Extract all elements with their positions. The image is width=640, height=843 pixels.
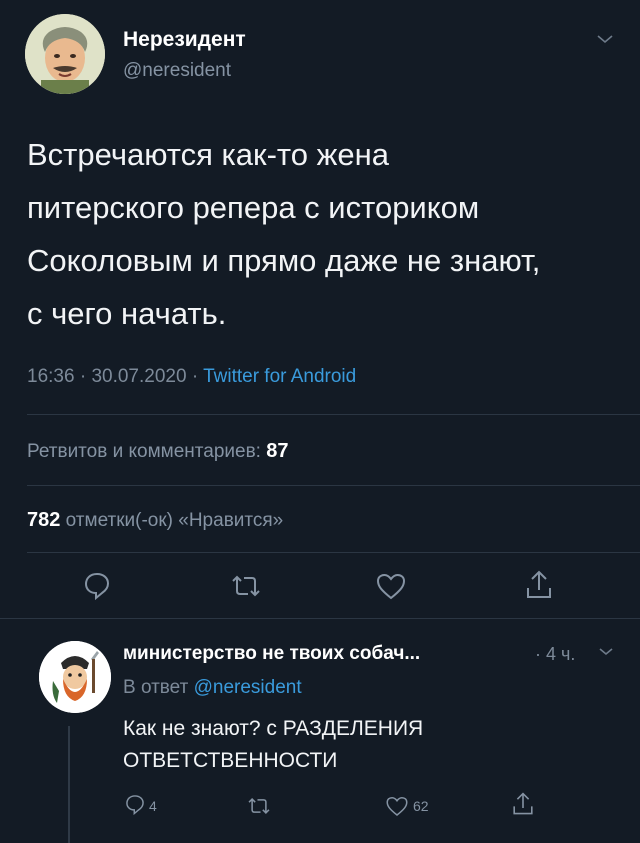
- likes-label: отметки(-ок) «Нравится»: [65, 510, 284, 531]
- tweet-text: Встречаются как-то жена питерского репер…: [27, 128, 627, 340]
- replying-handle-link[interactable]: @neresident: [194, 677, 302, 698]
- chevron-down-icon[interactable]: [596, 33, 614, 45]
- tweet-text-line: Встречаются как-то жена: [27, 137, 389, 172]
- reply-share-button[interactable]: [511, 791, 535, 822]
- divider: [0, 618, 640, 619]
- likes-count: 782: [27, 509, 61, 531]
- share-icon: [513, 792, 533, 815]
- tweet-source-link[interactable]: Twitter for Android: [203, 366, 356, 387]
- reply-button[interactable]: [82, 570, 112, 605]
- replying-to: В ответ @neresident: [123, 677, 302, 699]
- tweet-meta: 16:36 · 30.07.2020 · Twitter for Android: [27, 366, 356, 388]
- tweet-text-line: питерского репера с историком: [27, 190, 480, 225]
- likes-stat[interactable]: 782 отметки(-ок) «Нравится»: [27, 509, 283, 532]
- share-button[interactable]: [524, 569, 554, 606]
- author-avatar[interactable]: [25, 14, 105, 94]
- avatar-illustration: [25, 14, 105, 94]
- share-icon: [527, 570, 551, 598]
- reply-reply-button[interactable]: [124, 793, 146, 820]
- reply-author-name[interactable]: министерство не твоих собач...: [123, 643, 420, 665]
- reply-retweet-button[interactable]: [246, 795, 272, 822]
- divider: [27, 485, 640, 486]
- reply-icon: [84, 572, 110, 601]
- reply-text-line: ОТВЕТСТВЕННОСТИ: [123, 749, 338, 772]
- retweets-label: Ретвитов и комментариев:: [27, 441, 261, 462]
- meta-separator: ·: [535, 644, 541, 664]
- thread-line: [68, 726, 70, 843]
- tweet-time: 16:36: [27, 366, 75, 387]
- meta-separator: ·: [79, 366, 87, 387]
- divider: [27, 552, 640, 553]
- like-icon: [376, 573, 406, 600]
- avatar-illustration: [39, 641, 111, 713]
- tweet-text-line: Соколовым и прямо даже не знают,: [27, 243, 541, 278]
- tweet-date: 30.07.2020: [91, 366, 187, 387]
- author-handle[interactable]: @neresident: [123, 60, 231, 82]
- retweet-icon: [232, 575, 260, 597]
- reply-time: · 4 ч.: [535, 644, 575, 665]
- author-name[interactable]: Нерезидент: [123, 28, 246, 52]
- retweet-button[interactable]: [229, 572, 263, 605]
- like-icon: [386, 796, 408, 816]
- reply-time-value: 4 ч.: [546, 644, 576, 664]
- retweet-icon: [248, 798, 270, 814]
- replying-prefix: В ответ: [123, 677, 189, 698]
- reply-icon: [126, 795, 144, 816]
- divider: [27, 414, 640, 415]
- retweets-count: 87: [266, 440, 289, 462]
- chevron-down-icon[interactable]: [598, 646, 614, 657]
- like-button[interactable]: [375, 572, 407, 605]
- reply-reply-count: 4: [149, 798, 157, 814]
- reply-text: Как не знают? с РАЗДЕЛЕНИЯ ОТВЕТСТВЕННОС…: [123, 713, 543, 777]
- retweets-stat[interactable]: Ретвитов и комментариев: 87: [27, 440, 289, 463]
- tweet-text-line: с чего начать.: [27, 296, 227, 331]
- meta-separator: ·: [191, 366, 199, 387]
- reply-author-avatar[interactable]: [39, 641, 111, 713]
- reply-text-line: Как не знают? с РАЗДЕЛЕНИЯ: [123, 717, 424, 740]
- reply-like-count: 62: [413, 798, 429, 814]
- reply-like-button[interactable]: [385, 795, 409, 822]
